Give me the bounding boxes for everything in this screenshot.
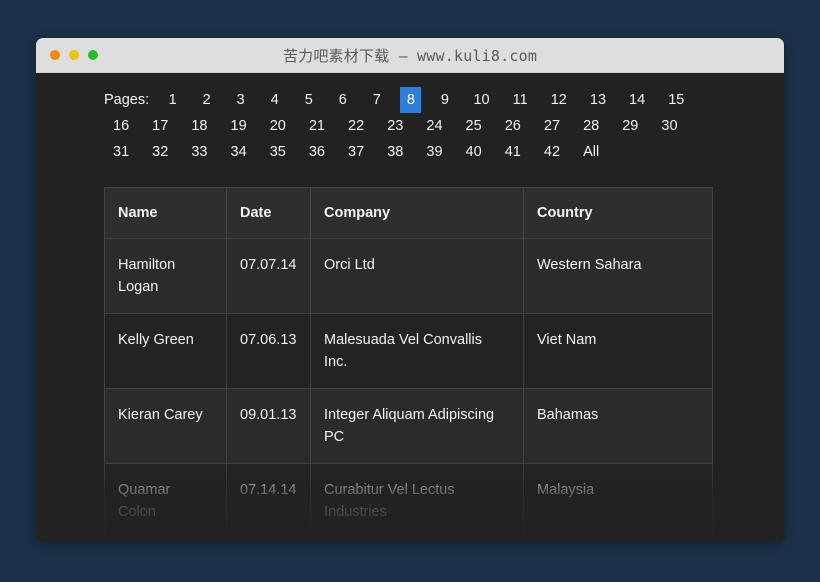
cell-company: Curabitur Vel Lectus Industries (311, 464, 524, 539)
page-link-3[interactable]: 3 (230, 87, 251, 113)
window-controls (50, 38, 98, 72)
table-header: Name Date Company Country (105, 188, 713, 239)
pagination: Pages:1 2 3 4 5 6 7 8 9 10 11 12 13 14 1… (36, 73, 784, 165)
page-link-30[interactable]: 30 (656, 113, 682, 139)
maximize-dot-icon[interactable] (88, 50, 98, 60)
page-link-13[interactable]: 13 (585, 87, 611, 113)
page-link-11[interactable]: 11 (508, 87, 533, 113)
cell-country: Western Sahara (524, 239, 713, 314)
cell-country: Malaysia (524, 464, 713, 539)
cell-company: Integer Aliquam Adipiscing PC (311, 389, 524, 464)
page-link-1[interactable]: 1 (162, 87, 183, 113)
page-link-12[interactable]: 12 (546, 87, 572, 113)
cell-country: Bahamas (524, 389, 713, 464)
close-dot-icon[interactable] (50, 50, 60, 60)
page-link-15[interactable]: 15 (663, 87, 689, 113)
page-link-35[interactable]: 35 (265, 139, 291, 165)
page-link-8[interactable]: 8 (400, 87, 421, 113)
table-row[interactable]: Kelly Green07.06.13Malesuada Vel Convall… (105, 314, 713, 389)
page-link-34[interactable]: 34 (226, 139, 252, 165)
page-link-24[interactable]: 24 (421, 113, 447, 139)
page-link-9[interactable]: 9 (434, 87, 455, 113)
data-table-container: Name Date Company Country Hamilton Logan… (104, 187, 714, 539)
cell-company: Quis Pede Corporation (311, 539, 524, 540)
table-row[interactable]: Quamar Colon07.14.14Curabitur Vel Lectus… (105, 464, 713, 539)
cell-name: Kieran Carey (105, 389, 227, 464)
window-titlebar: 苦力吧素材下载 – www.kuli8.com (36, 38, 784, 73)
page-link-22[interactable]: 22 (343, 113, 369, 139)
cell-company: Malesuada Vel Convallis Inc. (311, 314, 524, 389)
page-link-5[interactable]: 5 (298, 87, 319, 113)
pagination-label: Pages: (104, 88, 149, 112)
cell-country: Viet Nam (524, 314, 713, 389)
cell-name: Kelly Green (105, 314, 227, 389)
cell-name: Hamilton Logan (105, 239, 227, 314)
page-link-29[interactable]: 29 (617, 113, 643, 139)
browser-window: 苦力吧素材下载 – www.kuli8.com Pages:1 2 3 4 5 … (36, 38, 784, 542)
page-content: Pages:1 2 3 4 5 6 7 8 9 10 11 12 13 14 1… (36, 73, 784, 542)
table-header-row: Name Date Company Country (105, 188, 713, 239)
column-header-country[interactable]: Country (524, 188, 713, 239)
page-link-27[interactable]: 27 (539, 113, 565, 139)
page-link-19[interactable]: 19 (226, 113, 252, 139)
page-link-38[interactable]: 38 (382, 139, 408, 165)
pagination-links: 1 2 3 4 5 6 7 8 9 10 11 12 13 14 15 16 1… (104, 92, 694, 160)
page-link-39[interactable]: 39 (421, 139, 447, 165)
page-link-4[interactable]: 4 (264, 87, 285, 113)
column-header-date[interactable]: Date (227, 188, 311, 239)
page-link-16[interactable]: 16 (108, 113, 134, 139)
table-row[interactable]: Colton Daniels12.04.13Quis Pede Corporat… (105, 539, 713, 540)
column-header-company[interactable]: Company (311, 188, 524, 239)
table-body: Hamilton Logan07.07.14Orci LtdWestern Sa… (105, 239, 713, 540)
cell-date: 09.01.13 (227, 389, 311, 464)
cell-name: Colton Daniels (105, 539, 227, 540)
window-title: 苦力吧素材下载 – www.kuli8.com (36, 45, 784, 66)
page-link-26[interactable]: 26 (500, 113, 526, 139)
page-link-6[interactable]: 6 (332, 87, 353, 113)
page-link-28[interactable]: 28 (578, 113, 604, 139)
page-link-42[interactable]: 42 (539, 139, 565, 165)
cell-date: 07.14.14 (227, 464, 311, 539)
page-link-37[interactable]: 37 (343, 139, 369, 165)
cell-company: Orci Ltd (311, 239, 524, 314)
page-link-17[interactable]: 17 (147, 113, 173, 139)
page-link-14[interactable]: 14 (624, 87, 650, 113)
page-link-40[interactable]: 40 (461, 139, 487, 165)
cell-date: 07.07.14 (227, 239, 311, 314)
page-link-32[interactable]: 32 (147, 139, 173, 165)
table-row[interactable]: Kieran Carey09.01.13Integer Aliquam Adip… (105, 389, 713, 464)
minimize-dot-icon[interactable] (69, 50, 79, 60)
page-link-31[interactable]: 31 (108, 139, 134, 165)
table-row[interactable]: Hamilton Logan07.07.14Orci LtdWestern Sa… (105, 239, 713, 314)
page-link-33[interactable]: 33 (186, 139, 212, 165)
page-link-all[interactable]: All (578, 139, 604, 165)
cell-date: 07.06.13 (227, 314, 311, 389)
cell-country: Bonaire, Sint Eustatius and Saba (524, 539, 713, 540)
page-link-21[interactable]: 21 (304, 113, 330, 139)
page-link-18[interactable]: 18 (186, 113, 212, 139)
page-link-25[interactable]: 25 (461, 113, 487, 139)
page-link-7[interactable]: 7 (366, 87, 387, 113)
column-header-name[interactable]: Name (105, 188, 227, 239)
page-link-20[interactable]: 20 (265, 113, 291, 139)
page-link-36[interactable]: 36 (304, 139, 330, 165)
page-link-23[interactable]: 23 (382, 113, 408, 139)
page-link-10[interactable]: 10 (468, 87, 494, 113)
cell-date: 12.04.13 (227, 539, 311, 540)
page-link-41[interactable]: 41 (500, 139, 526, 165)
page-link-2[interactable]: 2 (196, 87, 217, 113)
cell-name: Quamar Colon (105, 464, 227, 539)
data-table: Name Date Company Country Hamilton Logan… (104, 187, 713, 539)
